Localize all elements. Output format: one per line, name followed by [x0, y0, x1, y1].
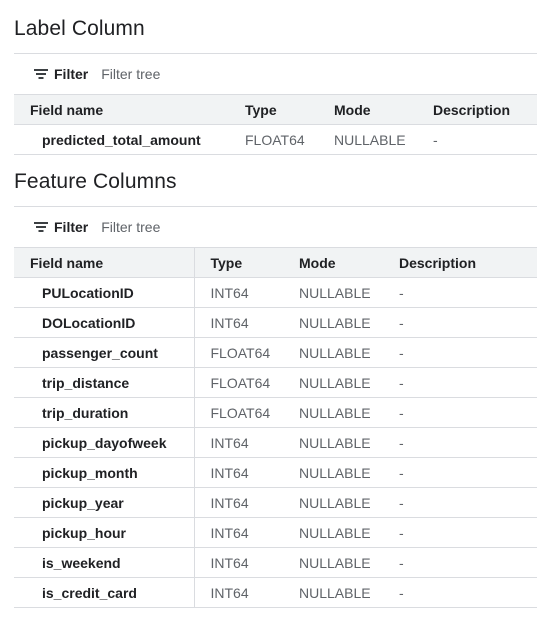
- type-cell: INT64: [194, 277, 283, 308]
- label-filter-button[interactable]: Filter: [34, 66, 88, 82]
- table-row[interactable]: passenger_count FLOAT64 NULLABLE -: [14, 337, 537, 368]
- header-type[interactable]: Type: [194, 247, 283, 278]
- mode-cell: NULLABLE: [283, 487, 383, 518]
- table-row[interactable]: predicted_total_amount FLOAT64 NULLABLE -: [14, 124, 537, 155]
- label-schema-table: Field name Type Mode Description predict…: [14, 94, 537, 155]
- description-cell: -: [383, 277, 537, 308]
- type-cell: FLOAT64: [194, 367, 283, 398]
- mode-cell: NULLABLE: [283, 397, 383, 428]
- mode-cell: NULLABLE: [283, 367, 383, 398]
- feature-columns-title: Feature Columns: [14, 170, 177, 193]
- mode-cell: NULLABLE: [283, 547, 383, 578]
- field-name-cell: is_credit_card: [14, 577, 195, 608]
- table-row[interactable]: pickup_month INT64 NULLABLE -: [14, 457, 537, 488]
- label-column-title: Label Column: [14, 17, 145, 40]
- field-name-cell: is_weekend: [14, 547, 195, 578]
- type-cell: INT64: [194, 487, 283, 518]
- table-row[interactable]: DOLocationID INT64 NULLABLE -: [14, 307, 537, 338]
- mode-cell: NULLABLE: [283, 577, 383, 608]
- description-cell: -: [383, 427, 537, 458]
- table-header-row: Field name Type Mode Description: [14, 247, 537, 278]
- description-cell: -: [417, 124, 537, 155]
- description-cell: -: [383, 487, 537, 518]
- filter-label: Filter: [54, 219, 89, 235]
- feature-schema-table: Field name Type Mode Description PULocat…: [14, 247, 537, 608]
- type-cell: FLOAT64: [194, 337, 283, 368]
- description-cell: -: [383, 577, 537, 608]
- field-name-cell: pickup_dayofweek: [14, 427, 195, 458]
- mode-cell: NULLABLE: [283, 427, 383, 458]
- description-cell: -: [383, 547, 537, 578]
- table-row[interactable]: trip_duration FLOAT64 NULLABLE -: [14, 397, 537, 428]
- type-cell: INT64: [194, 307, 283, 338]
- header-mode[interactable]: Mode: [318, 94, 417, 125]
- description-cell: -: [383, 367, 537, 398]
- mode-cell: NULLABLE: [283, 457, 383, 488]
- field-name-cell: DOLocationID: [14, 307, 195, 338]
- feature-filter-bar: Filter: [14, 207, 537, 247]
- field-name-cell: passenger_count: [14, 337, 195, 368]
- field-name-cell: pickup_month: [14, 457, 195, 488]
- mode-cell: NULLABLE: [283, 517, 383, 548]
- table-row[interactable]: PULocationID INT64 NULLABLE -: [14, 277, 537, 308]
- type-cell: INT64: [194, 457, 283, 488]
- field-name-cell: PULocationID: [14, 277, 195, 308]
- header-field-name[interactable]: Field name: [14, 94, 229, 125]
- table-row[interactable]: pickup_year INT64 NULLABLE -: [14, 487, 537, 518]
- filter-list-icon: [34, 69, 48, 79]
- description-cell: -: [383, 517, 537, 548]
- table-row[interactable]: pickup_dayofweek INT64 NULLABLE -: [14, 427, 537, 458]
- label-filter-input[interactable]: [101, 66, 302, 82]
- header-type[interactable]: Type: [229, 94, 318, 125]
- feature-filter-input[interactable]: [101, 219, 302, 235]
- type-cell: FLOAT64: [194, 397, 283, 428]
- description-cell: -: [383, 397, 537, 428]
- type-cell: FLOAT64: [229, 124, 318, 155]
- mode-cell: NULLABLE: [283, 277, 383, 308]
- header-description[interactable]: Description: [417, 94, 537, 125]
- field-name-cell: trip_distance: [14, 367, 195, 398]
- label-filter-bar: Filter: [14, 54, 537, 94]
- header-description[interactable]: Description: [383, 247, 537, 278]
- description-cell: -: [383, 307, 537, 338]
- table-row[interactable]: is_weekend INT64 NULLABLE -: [14, 547, 537, 578]
- filter-label: Filter: [54, 66, 89, 82]
- table-row[interactable]: pickup_hour INT64 NULLABLE -: [14, 517, 537, 548]
- description-cell: -: [383, 457, 537, 488]
- mode-cell: NULLABLE: [283, 337, 383, 368]
- type-cell: INT64: [194, 427, 283, 458]
- table-header-row: Field name Type Mode Description: [14, 94, 537, 125]
- field-name-cell: pickup_year: [14, 487, 195, 518]
- mode-cell: NULLABLE: [318, 124, 417, 155]
- type-cell: INT64: [194, 547, 283, 578]
- field-name-cell: trip_duration: [14, 397, 195, 428]
- table-row[interactable]: is_credit_card INT64 NULLABLE -: [14, 577, 537, 608]
- header-mode[interactable]: Mode: [283, 247, 383, 278]
- filter-list-icon: [34, 222, 48, 232]
- table-row[interactable]: trip_distance FLOAT64 NULLABLE -: [14, 367, 537, 398]
- description-cell: -: [383, 337, 537, 368]
- field-name-cell: predicted_total_amount: [14, 124, 229, 155]
- type-cell: INT64: [194, 577, 283, 608]
- header-field-name[interactable]: Field name: [14, 247, 195, 278]
- field-name-cell: pickup_hour: [14, 517, 195, 548]
- mode-cell: NULLABLE: [283, 307, 383, 338]
- type-cell: INT64: [194, 517, 283, 548]
- feature-filter-button[interactable]: Filter: [34, 219, 88, 235]
